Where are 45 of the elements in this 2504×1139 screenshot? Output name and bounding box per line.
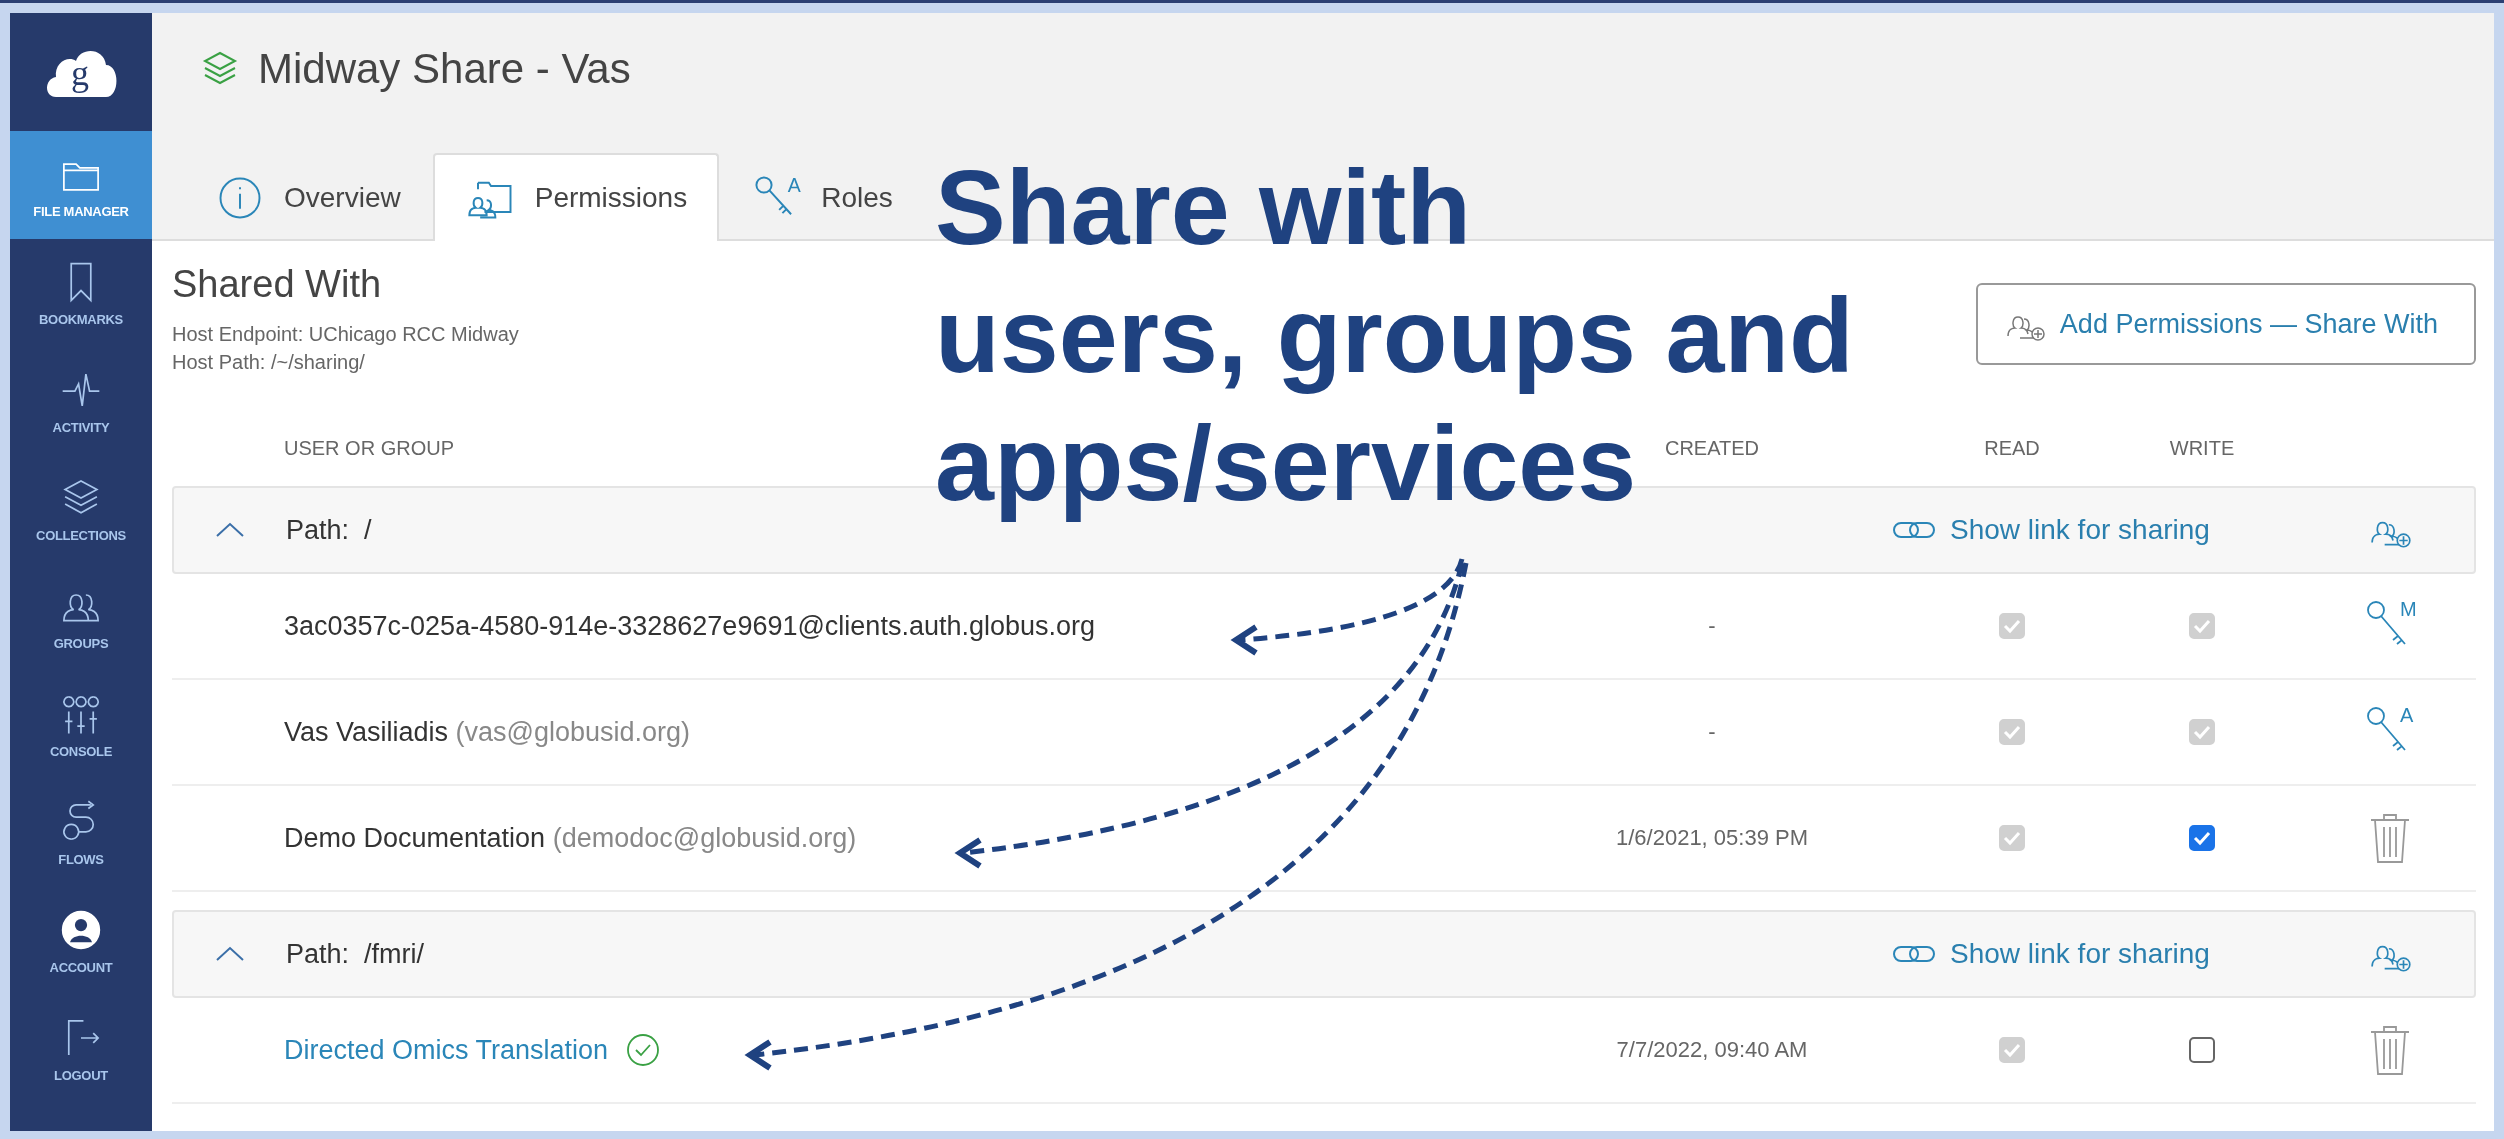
host-path: Host Path: /~/sharing/ <box>172 350 366 375</box>
share-link[interactable]: Show link for sharing <box>1886 514 2210 546</box>
page-title: Midway Share - Vas <box>258 45 631 93</box>
created-date: - <box>1707 613 1717 639</box>
sidebar-item[interactable]: GROUPS <box>10 563 152 671</box>
sidebar-item[interactable]: FILE MANAGER <box>10 131 152 239</box>
annotation-text: users, groups and <box>935 275 1854 396</box>
section-title: Shared With <box>172 263 383 306</box>
checkbox[interactable] <box>2189 1037 2215 1063</box>
column-header: CREATED <box>1663 436 1761 460</box>
identity-name: Vas Vasiliadis (vas@globusid.org) <box>284 716 691 748</box>
sidebar-item[interactable]: CONSOLE <box>10 671 152 779</box>
column-header: USER OR GROUP <box>284 436 456 460</box>
trash-icon[interactable] <box>2368 1023 2412 1077</box>
link-icon <box>1892 519 1936 541</box>
identity-name: 3ac0357c-025a-4580-914e-3328627e9691@clients.auth.globus.org <box>284 610 1096 642</box>
link-icon <box>1892 943 1936 965</box>
share-link[interactable]: Show link for sharing <box>1886 938 2210 970</box>
chevron-up-icon[interactable] <box>215 945 245 963</box>
created-date: 1/6/2021, 05:39 PM <box>1615 825 1809 851</box>
tab[interactable]: Permissions <box>432 153 720 241</box>
tab[interactable]: A Roles <box>719 153 925 241</box>
checkbox[interactable] <box>2189 825 2215 851</box>
tab[interactable]: Overview <box>182 153 433 241</box>
sidebar-item[interactable]: COLLECTIONS <box>10 455 152 563</box>
created-date: - <box>1707 719 1717 745</box>
trash-icon[interactable] <box>2368 811 2412 865</box>
chevron-up-icon[interactable] <box>215 521 245 539</box>
add-permissions-button[interactable]: Add Permissions — Share With <box>1975 283 2476 365</box>
column-header: WRITE <box>2168 436 2236 460</box>
sidebar-item[interactable]: BOOKMARKS <box>10 239 152 347</box>
host-endpoint: Host Endpoint: UChicago RCC Midway <box>172 322 519 347</box>
sidebar-item[interactable]: FLOWS <box>10 779 152 887</box>
sidebar-item[interactable]: LOGOUT <box>10 995 152 1103</box>
sidebar-item[interactable]: ACTIVITY <box>10 347 152 455</box>
annotation-text: Share with <box>935 147 1471 268</box>
annotation-text: apps/services <box>935 403 1637 524</box>
path-label: Path: /fmri/ <box>286 938 426 970</box>
verified-check-icon <box>626 1033 661 1067</box>
column-header: READ <box>1983 436 2041 460</box>
created-date: 7/7/2022, 09:40 AM <box>1615 1037 1809 1063</box>
identity-name: Demo Documentation (demodoc@globusid.org) <box>284 822 857 854</box>
app-link[interactable]: Directed Omics Translation <box>284 1034 609 1066</box>
sidebar-item[interactable]: ACCOUNT <box>10 887 152 995</box>
path-label: Path: / <box>286 514 373 546</box>
